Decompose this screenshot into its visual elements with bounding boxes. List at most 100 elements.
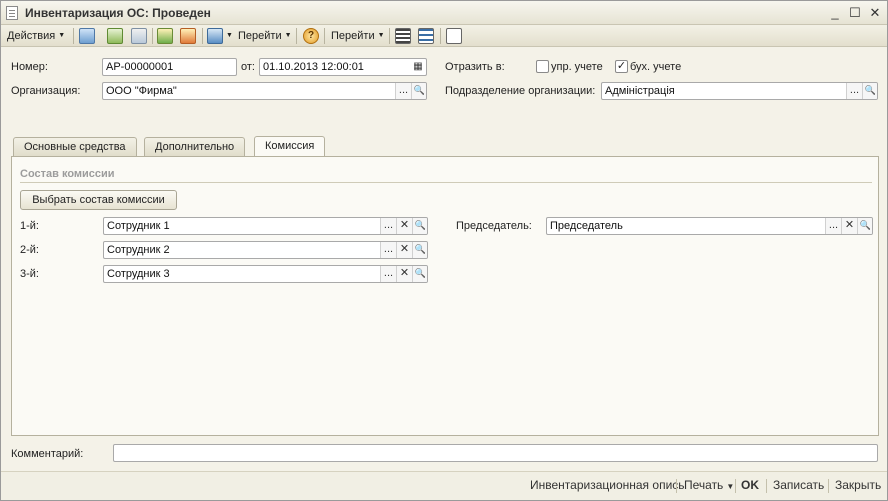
tab-commission[interactable]: Комиссия	[254, 136, 326, 156]
select-button[interactable]: ...	[380, 218, 396, 234]
dropdown-arrow-icon: ▼	[377, 32, 385, 40]
open-icon[interactable]: 🔍	[412, 266, 427, 282]
action-separator	[735, 479, 736, 493]
toolbar: Действия ▼ ▼ Перейти ▼ ? Перейти ▼	[1, 25, 887, 47]
date-field[interactable]: 01.10.2013 12:00:01 ▦	[259, 58, 427, 76]
dropdown-arrow-icon: ▼	[58, 32, 66, 40]
toolbar-separator	[152, 28, 153, 44]
clear-icon[interactable]: ✕	[396, 266, 412, 282]
organization-field[interactable]: ООО "Фирма" ... 🔍	[102, 82, 427, 100]
save-button[interactable]: Записать	[773, 478, 824, 492]
print-menu-button[interactable]: Печать ▼	[684, 478, 734, 492]
open-icon[interactable]: 🔍	[857, 218, 872, 234]
member-2-field[interactable]: Сотрудник 2 ... ✕ 🔍	[103, 241, 428, 259]
inventory-list-button[interactable]: Инвентаризационная опись	[530, 478, 685, 492]
member-3-field[interactable]: Сотрудник 3 ... ✕ 🔍	[103, 265, 428, 283]
calendar-icon[interactable]: ▦	[410, 59, 426, 75]
select-button[interactable]: ...	[846, 83, 862, 99]
reflect-in-label: Отразить в:	[445, 61, 505, 73]
minimize-button[interactable]: _	[827, 5, 843, 21]
commission-panel: Состав комиссии Выбрать состав комиссии …	[11, 156, 879, 436]
list-icon[interactable]	[395, 28, 411, 44]
member-1-value: Сотрудник 1	[107, 220, 170, 232]
department-value: Адміністрація	[605, 85, 675, 97]
form-action-bar: Инвентаризационная опись Печать ▼ OK Запи…	[1, 471, 887, 500]
commission-group-title: Состав комиссии	[20, 168, 115, 180]
select-button[interactable]: ...	[395, 83, 411, 99]
tab-additional[interactable]: Дополнительно	[144, 137, 246, 156]
goto-label: Перейти	[331, 30, 375, 42]
management-accounting-checkbox[interactable]	[536, 60, 549, 73]
select-button[interactable]: ...	[380, 266, 396, 282]
department-label: Подразделение организации:	[445, 85, 596, 97]
dropdown-arrow-icon: ▼	[726, 482, 735, 491]
action-separator	[766, 479, 767, 493]
window-title: Инвентаризация ОС: Проведен	[25, 6, 211, 20]
close-button[interactable]: Закрыть	[835, 478, 881, 492]
clear-icon[interactable]: ✕	[841, 218, 857, 234]
open-icon[interactable]: 🔍	[411, 83, 426, 99]
action-separator	[676, 479, 677, 493]
dropdown-arrow-icon: ▼	[226, 32, 233, 40]
goto-menu-button-2[interactable]: Перейти ▼	[331, 27, 385, 45]
copy-document-icon[interactable]	[131, 28, 147, 44]
bookkeeping-accounting-label: бух. учете	[630, 61, 682, 73]
chairman-field[interactable]: Председатель ... ✕ 🔍	[546, 217, 873, 235]
tab-fixed-assets[interactable]: Основные средства	[13, 137, 137, 156]
refresh-icon[interactable]	[107, 28, 123, 44]
toolbar-separator	[389, 28, 390, 44]
subordinate-list-icon[interactable]	[418, 28, 434, 44]
open-icon[interactable]: 🔍	[412, 218, 427, 234]
report-icon[interactable]	[446, 28, 462, 44]
member-1-field[interactable]: Сотрудник 1 ... ✕ 🔍	[103, 217, 428, 235]
action-separator	[828, 479, 829, 493]
unfill-icon[interactable]	[180, 28, 196, 44]
number-label: Номер:	[11, 61, 48, 73]
organization-value: ООО "Фирма"	[106, 85, 177, 97]
close-window-button[interactable]: ✕	[867, 5, 883, 21]
chairman-label: Председатель:	[456, 220, 532, 232]
date-value: 01.10.2013 12:00:01	[263, 61, 364, 73]
actions-label: Действия	[7, 30, 56, 42]
toolbar-separator	[324, 28, 325, 44]
toolbar-separator	[296, 28, 297, 44]
open-icon[interactable]: 🔍	[412, 242, 427, 258]
title-bar: Инвентаризация ОС: Проведен _ ☐ ✕	[1, 1, 887, 25]
management-accounting-label: упр. учете	[551, 61, 603, 73]
goto-dropdown-arrow[interactable]: ▼	[223, 27, 233, 45]
document-icon	[6, 6, 18, 20]
member-3-label: 3-й:	[20, 268, 39, 280]
actions-menu-button[interactable]: Действия ▼	[7, 27, 65, 45]
open-icon[interactable]: 🔍	[862, 83, 877, 99]
help-icon[interactable]: ?	[303, 28, 319, 44]
clear-icon[interactable]: ✕	[396, 242, 412, 258]
organization-label: Организация:	[11, 85, 81, 97]
toolbar-separator	[73, 28, 74, 44]
department-field[interactable]: Адміністрація ... 🔍	[601, 82, 878, 100]
print-label: Печать	[684, 478, 724, 492]
number-field[interactable]: АР-00000001	[102, 58, 237, 76]
bookkeeping-accounting-checkbox[interactable]: ✓	[615, 60, 628, 73]
select-button[interactable]: ...	[380, 242, 396, 258]
dropdown-arrow-icon: ▼	[284, 32, 292, 40]
member-1-label: 1-й:	[20, 220, 39, 232]
comment-field[interactable]	[113, 444, 878, 462]
member-3-value: Сотрудник 3	[107, 268, 170, 280]
structure-icon[interactable]	[207, 28, 223, 44]
ok-button[interactable]: OK	[741, 478, 759, 492]
goto-menu-button[interactable]: Перейти ▼	[238, 27, 292, 45]
select-commission-button[interactable]: Выбрать состав комиссии	[20, 190, 177, 210]
toolbar-separator	[440, 28, 441, 44]
select-button[interactable]: ...	[825, 218, 841, 234]
clear-icon[interactable]: ✕	[396, 218, 412, 234]
date-from-label: от:	[241, 61, 255, 73]
fill-icon[interactable]	[157, 28, 173, 44]
toolbar-separator	[202, 28, 203, 44]
member-2-label: 2-й:	[20, 244, 39, 256]
group-divider	[20, 182, 872, 183]
post-document-icon[interactable]	[79, 28, 95, 44]
document-window: Инвентаризация ОС: Проведен _ ☐ ✕ Действ…	[0, 0, 888, 501]
chairman-value: Председатель	[550, 220, 623, 232]
maximize-button[interactable]: ☐	[847, 5, 863, 21]
comment-label: Комментарий:	[11, 448, 84, 460]
